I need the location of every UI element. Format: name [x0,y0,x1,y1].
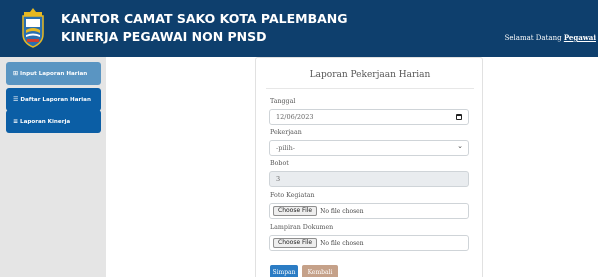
pekerjaan-label: Pekerjaan [270,129,302,136]
choose-file-button[interactable]: Choose File [273,238,318,248]
lampiran-dokumen-label: Lampiran Dokumen [270,224,334,231]
divider [266,88,474,89]
app-title-line2: KINERJA PEGAWAI NON PNSD [61,29,267,44]
form-title: Laporan Pekerjaan Harian [309,70,431,80]
welcome-text: Selamat Datang Pegawai [505,33,596,42]
sidebar: ⊞ Input Laporan Harian ☰ Daftar Laporan … [0,57,106,277]
watermark [505,268,595,274]
welcome-prefix: Selamat Datang [504,34,562,42]
chart-icon: ≡ [13,118,19,125]
tanggal-value: 12/06/2023 [276,113,314,121]
calendar-icon[interactable] [456,114,462,120]
app-title-line1: KANTOR CAMAT SAKO KOTA PALEMBANG [61,11,348,26]
bobot-label: Bobot [270,160,289,167]
sidebar-item-label: Daftar Laporan Harian [20,96,91,103]
back-button[interactable]: Kembali [302,265,338,277]
foto-kegiatan-file-input[interactable]: Choose File No file chosen [269,203,469,219]
emblem-logo-icon [22,8,44,48]
sidebar-item-label: Input Laporan Harian [20,70,88,77]
bobot-field: 3 [269,171,469,187]
choose-file-button[interactable]: Choose File [273,206,318,216]
pekerjaan-select[interactable]: -pilih- ⌄ [269,140,469,156]
chevron-down-icon: ⌄ [457,142,463,150]
sidebar-item-laporan-kinerja[interactable]: ≡ Laporan Kinerja [6,110,101,133]
pekerjaan-selected-value: -pilih- [276,144,295,152]
file-status: No file chosen [320,207,364,215]
table-icon: ☰ [13,96,19,103]
welcome-user-link[interactable]: Pegawai [564,33,596,42]
save-button[interactable]: Simpan [270,265,298,277]
sidebar-item-label: Laporan Kinerja [20,118,71,125]
sidebar-item-input-laporan-harian[interactable]: ⊞ Input Laporan Harian [6,62,101,85]
plus-square-icon: ⊞ [13,70,19,77]
app-header: KANTOR CAMAT SAKO KOTA PALEMBANG KINERJA… [0,0,598,57]
tanggal-label: Tanggal [270,98,296,105]
sidebar-item-daftar-laporan-harian[interactable]: ☰ Daftar Laporan Harian [6,88,101,111]
lampiran-dokumen-file-input[interactable]: Choose File No file chosen [269,235,469,251]
form-card: Laporan Pekerjaan Harian Tanggal 12/06/2… [255,57,483,277]
tanggal-date-input[interactable]: 12/06/2023 [269,109,469,125]
bobot-value: 3 [276,175,281,183]
foto-kegiatan-label: Foto Kegiatan [270,192,315,199]
file-status: No file chosen [320,239,364,247]
